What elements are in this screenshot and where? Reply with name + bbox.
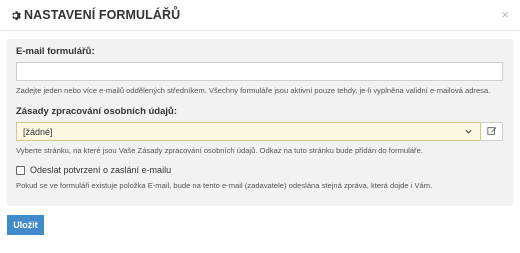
edit-icon <box>486 123 497 141</box>
privacy-select-value: [žádné] <box>23 126 53 137</box>
privacy-help: Vyberte stránku, na které jsou Vaše Zása… <box>16 146 423 155</box>
confirmation-row: Odeslat potvrzení o zaslání e-mailu <box>16 165 504 175</box>
gear-icon <box>9 9 21 21</box>
save-button[interactable]: Uložit <box>7 215 44 235</box>
confirmation-label[interactable]: Odeslat potvrzení o zaslání e-mailu <box>30 165 171 175</box>
form-panel: E-mail formulářů: Zadejte jeden nebo víc… <box>7 39 513 206</box>
privacy-label: Zásady zpracování osobních údajů: <box>16 106 178 117</box>
chevron-down-icon <box>464 127 473 136</box>
close-icon[interactable]: × <box>501 8 509 21</box>
email-label: E-mail formulářů: <box>16 46 95 57</box>
confirmation-checkbox[interactable] <box>16 165 25 175</box>
privacy-row: [žádné] <box>16 122 504 141</box>
confirmation-help: Pokud se ve formuláři existuje položka E… <box>16 181 433 190</box>
dialog-title: NASTAVENÍ FORMULÁŘŮ <box>24 8 181 22</box>
privacy-select[interactable]: [žádné] <box>16 122 481 141</box>
dialog-header: NASTAVENÍ FORMULÁŘŮ <box>0 0 520 31</box>
email-field[interactable] <box>16 62 503 81</box>
email-help: Zadejte jeden nebo více e-mailů oddělený… <box>16 86 491 95</box>
edit-privacy-button[interactable] <box>481 122 503 141</box>
